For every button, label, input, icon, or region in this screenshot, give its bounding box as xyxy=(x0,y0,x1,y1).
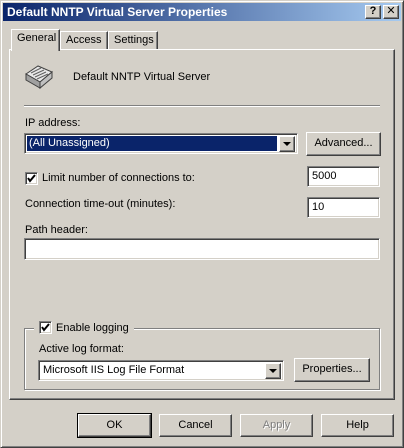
tab-access-label: Access xyxy=(66,34,102,46)
help-title-button[interactable]: ? xyxy=(365,5,381,19)
tab-general[interactable]: General xyxy=(11,29,60,51)
help-icon: ? xyxy=(369,5,377,17)
divider xyxy=(24,105,380,107)
path-header-label: Path header: xyxy=(25,224,88,236)
checkmark-icon xyxy=(41,323,50,332)
apply-button-label: Apply xyxy=(262,419,291,431)
tab-settings-label: Settings xyxy=(114,34,154,46)
advanced-button-label: Advanced... xyxy=(314,137,373,149)
cancel-button[interactable]: Cancel xyxy=(159,414,232,437)
timeout-input[interactable]: 10 xyxy=(307,197,380,218)
close-icon: ✕ xyxy=(386,5,396,17)
apply-button[interactable]: Apply xyxy=(240,414,313,437)
newsgroup-server-icon xyxy=(24,62,54,90)
advanced-button[interactable]: Advanced... xyxy=(306,132,381,156)
title-bar[interactable]: Default NNTP Virtual Server Properties ?… xyxy=(3,3,401,21)
ip-address-selected: (All Unassigned) xyxy=(27,136,277,151)
log-format-value: Microsoft IIS Log File Format xyxy=(43,364,185,376)
ip-address-dropdown[interactable]: (All Unassigned) xyxy=(24,133,298,154)
help-button[interactable]: Help xyxy=(321,414,394,437)
close-title-button[interactable]: ✕ xyxy=(383,5,399,19)
tab-settings[interactable]: Settings xyxy=(108,31,158,49)
enable-logging-label: Enable logging xyxy=(56,322,129,334)
dropdown-arrow-icon[interactable] xyxy=(265,363,281,379)
path-header-input[interactable] xyxy=(24,238,380,260)
ok-button-label: OK xyxy=(106,419,123,431)
help-button-label: Help xyxy=(346,419,369,431)
cancel-button-label: Cancel xyxy=(178,419,213,431)
checkmark-icon xyxy=(27,174,36,183)
log-properties-button-label: Properties... xyxy=(302,363,362,375)
log-format-dropdown[interactable]: Microsoft IIS Log File Format xyxy=(38,360,284,381)
limit-connections-value: 5000 xyxy=(312,170,337,182)
enable-logging-checkbox[interactable] xyxy=(39,321,52,334)
timeout-value: 10 xyxy=(312,201,325,213)
ok-button[interactable]: OK xyxy=(77,413,152,438)
ip-address-label: IP address: xyxy=(25,117,81,129)
log-properties-button[interactable]: Properties... xyxy=(294,358,370,382)
timeout-label: Connection time-out (minutes): xyxy=(25,198,176,210)
tab-access[interactable]: Access xyxy=(60,31,108,49)
log-format-label: Active log format: xyxy=(39,343,124,355)
window-title: Default NNTP Virtual Server Properties xyxy=(7,5,228,19)
tab-general-label: General xyxy=(17,32,57,44)
limit-connections-input[interactable]: 5000 xyxy=(307,166,380,187)
limit-connections-label: Limit number of connections to: xyxy=(42,172,195,184)
server-name: Default NNTP Virtual Server xyxy=(73,71,211,83)
dropdown-arrow-icon[interactable] xyxy=(279,136,295,152)
limit-connections-checkbox[interactable] xyxy=(25,172,38,185)
